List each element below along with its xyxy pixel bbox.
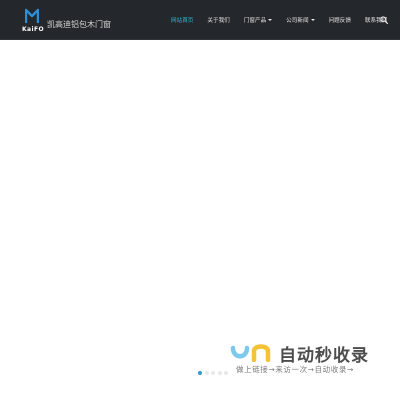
watermark-title: 自动秒收录 [279,346,369,366]
nav-item-products[interactable]: 门窗产品 [243,14,273,26]
nav-item-feedback[interactable]: 问题反馈 [329,14,351,26]
watermark-logo-icon [230,344,271,362]
nav-label: 网站首页 [171,18,194,24]
slider-dot[interactable] [204,371,209,375]
caret-down-icon [310,19,315,21]
nav-label: 问题反馈 [328,18,351,24]
main-nav: 网站首页 关于我们 门窗产品 公司新闻 问题反馈 联系我们 [171,14,400,26]
slider-dot[interactable] [224,371,228,375]
nav-item-news[interactable]: 公司新闻 [286,14,315,26]
slider-dots [198,371,231,375]
site-logo[interactable]: KaiFO [22,8,44,34]
logo-m-icon [25,8,39,23]
nav-label: 关于我们 [207,18,230,24]
site-header: KaiFO 凯高迪铝包木门窗 网站首页 关于我们 门窗产品 公司新闻 问题反馈 … [0,0,400,40]
nav-label: 公司新闻 [286,18,309,24]
slider-dot[interactable] [198,371,202,375]
search-icon[interactable] [380,16,388,24]
nav-label: 门窗产品 [243,18,267,24]
nav-item-about[interactable]: 关于我们 [207,14,229,26]
watermark-subtitle: 做上链接→来访一次→自动收录→ [236,365,354,374]
logo-text: KaiFO [22,26,44,33]
brand-name[interactable]: 凯高迪铝包木门窗 [47,19,111,30]
nav-item-home[interactable]: 网站首页 [171,14,193,26]
slider-dot[interactable] [217,371,222,375]
caret-down-icon [268,19,273,21]
slider-dot[interactable] [211,371,215,375]
page: KaiFO 凯高迪铝包木门窗 网站首页 关于我们 门窗产品 公司新闻 问题反馈 … [0,0,400,400]
